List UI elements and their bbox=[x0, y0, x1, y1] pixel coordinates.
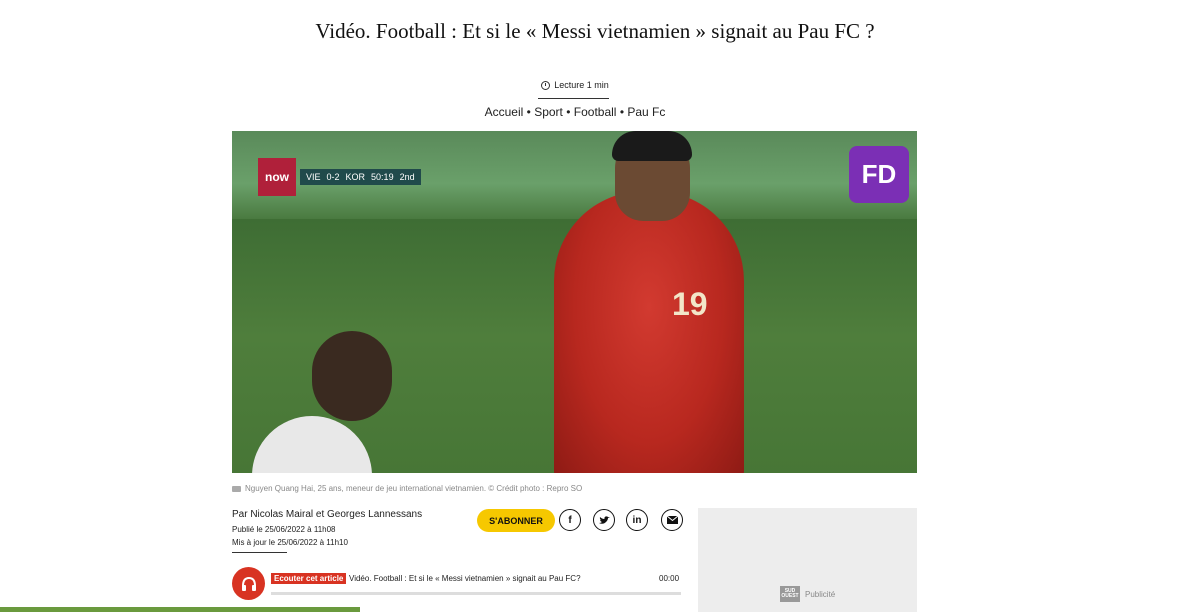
score-bar: VIE 0-2 KOR 50:19 2nd bbox=[300, 169, 421, 185]
score: 0-2 bbox=[326, 172, 340, 182]
facebook-icon[interactable]: f bbox=[559, 509, 581, 531]
breadcrumb-item-pau-fc[interactable]: Pau Fc bbox=[627, 105, 665, 119]
audio-title: Vidéo. Football : Et si le « Messi vietn… bbox=[349, 574, 581, 583]
channel-badge: now bbox=[258, 158, 296, 196]
player-hair bbox=[612, 131, 692, 161]
published-date: Publié le 25/06/2022 à 11h08 bbox=[232, 525, 336, 534]
photo-caption: Nguyen Quang Hai, 25 ans, meneur de jeu … bbox=[232, 484, 582, 493]
sud-ouest-logo: SUD OUEST bbox=[780, 586, 800, 602]
ad-text: Publicité bbox=[805, 589, 836, 599]
reading-time: Lecture 1 min bbox=[0, 80, 1150, 90]
breadcrumb-separator: • bbox=[526, 105, 531, 119]
divider bbox=[538, 98, 609, 99]
breadcrumb-item-sport[interactable]: Sport bbox=[534, 105, 563, 119]
breadcrumb-separator: • bbox=[619, 105, 625, 119]
match-clock: 50:19 bbox=[371, 172, 394, 182]
breadcrumb-item-accueil[interactable]: Accueil bbox=[485, 105, 524, 119]
caption-text: Nguyen Quang Hai, 25 ans, meneur de jeu … bbox=[245, 484, 583, 493]
player-head bbox=[312, 331, 392, 421]
player-shirt bbox=[554, 191, 744, 473]
away-team: KOR bbox=[345, 172, 366, 182]
breadcrumb: Accueil • Sport • Football • Pau Fc bbox=[0, 105, 1150, 119]
email-icon[interactable] bbox=[661, 509, 683, 531]
author[interactable]: Par Nicolas Mairal et Georges Lannessans bbox=[232, 509, 422, 520]
divider bbox=[232, 552, 287, 553]
audio-progress-bar[interactable] bbox=[271, 592, 681, 595]
clock-icon bbox=[541, 80, 551, 90]
bottom-progress-bar bbox=[0, 607, 360, 612]
audio-play-button[interactable] bbox=[232, 567, 265, 600]
audio-time: 00:00 bbox=[659, 574, 680, 583]
publication-dates: Publié le 25/06/2022 à 11h08 Mis à jour … bbox=[232, 523, 348, 549]
jersey-number: 19 bbox=[672, 286, 708, 322]
audio-tag: Ecouter cet article bbox=[271, 573, 347, 584]
subscribe-button[interactable]: S'ABONNER bbox=[477, 509, 555, 532]
linkedin-icon[interactable]: in bbox=[626, 509, 648, 531]
breadcrumb-separator: • bbox=[566, 105, 571, 119]
fd-logo-icon: FD bbox=[849, 146, 909, 203]
video-player[interactable]: now VIE 0-2 KOR 50:19 2nd FD 19 bbox=[232, 131, 917, 473]
player-shirt bbox=[252, 416, 372, 473]
match-period: 2nd bbox=[399, 172, 415, 182]
breadcrumb-item-football[interactable]: Football bbox=[574, 105, 617, 119]
video-scoreboard: now VIE 0-2 KOR 50:19 2nd bbox=[258, 158, 421, 196]
camera-icon bbox=[232, 485, 241, 492]
article-title: Vidéo. Football : Et si le « Messi vietn… bbox=[315, 19, 875, 43]
updated-date: Mis à jour le 25/06/2022 à 11h10 bbox=[232, 538, 348, 547]
reading-time-label: Lecture 1 min bbox=[554, 80, 609, 90]
headphones-icon bbox=[241, 576, 256, 591]
ad-label: SUD OUEST Publicité bbox=[780, 586, 835, 602]
home-team: VIE bbox=[306, 172, 321, 182]
twitter-icon[interactable] bbox=[593, 509, 615, 531]
